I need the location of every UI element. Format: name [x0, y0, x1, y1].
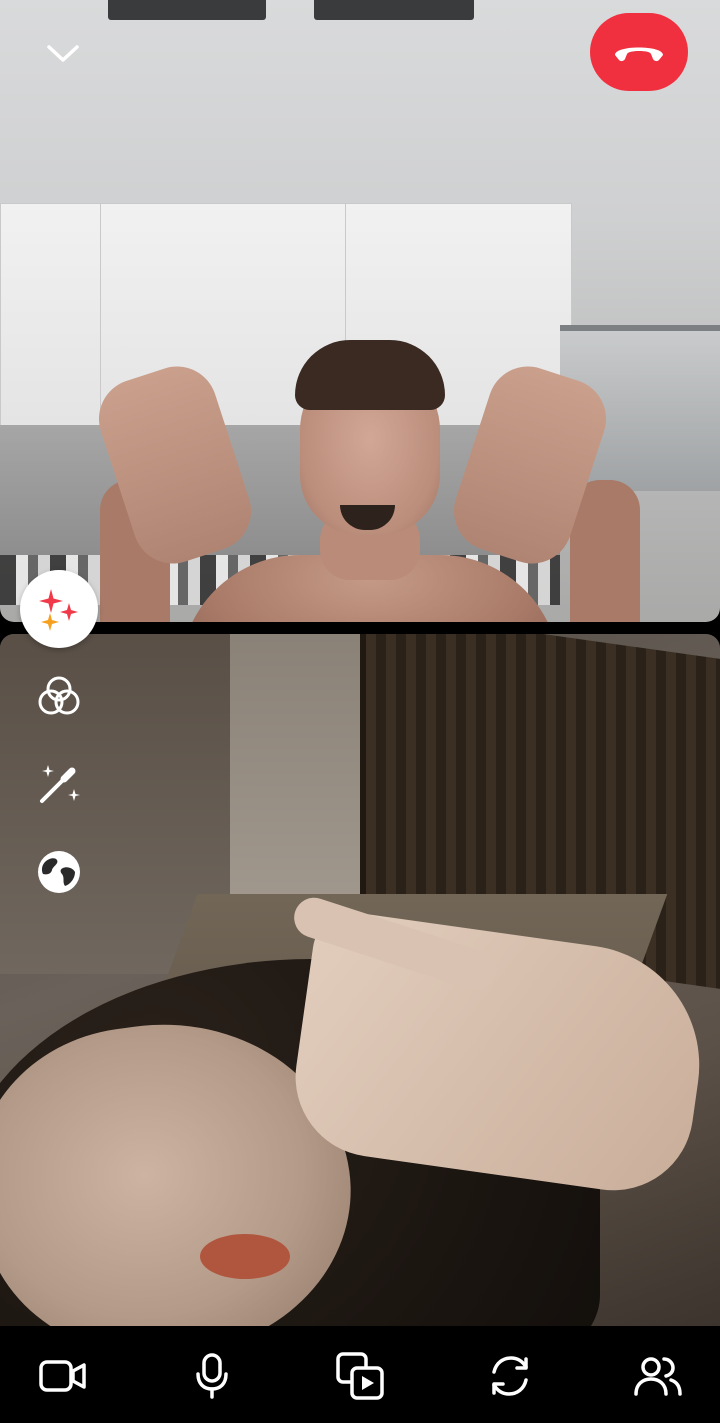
phone-hangup-icon [615, 47, 663, 62]
microphone-toggle-button[interactable] [182, 1346, 242, 1406]
participants-icon [634, 1357, 682, 1396]
wall [230, 634, 370, 934]
hair [295, 340, 445, 410]
participants-button[interactable] [628, 1346, 688, 1406]
filters-button[interactable] [20, 658, 98, 736]
chevron-down-icon [47, 45, 79, 62]
ceiling-light [314, 0, 474, 20]
media-share-icon [336, 1352, 384, 1400]
call-controls-bar [0, 1326, 720, 1423]
magic-wand-icon [40, 765, 80, 803]
remote-video-feed[interactable] [0, 0, 720, 622]
video-camera-icon [39, 1360, 86, 1392]
flip-camera-icon [492, 1356, 528, 1396]
end-call-button[interactable] [590, 13, 688, 91]
backgrounds-button[interactable] [20, 833, 98, 911]
magic-wand-button[interactable] [20, 745, 98, 823]
effects-button[interactable] [20, 570, 98, 648]
camera-toggle-button[interactable] [33, 1346, 93, 1406]
self-video-feed[interactable] [0, 634, 720, 1326]
flip-camera-button[interactable] [480, 1346, 540, 1406]
ceiling-light [108, 0, 266, 20]
microphone-icon [196, 1353, 228, 1399]
filters-circles-icon [38, 676, 80, 715]
sparkles-icon [39, 589, 78, 631]
minimize-button[interactable] [40, 36, 86, 72]
globe-icon [38, 851, 80, 893]
lips [200, 1234, 290, 1279]
share-media-button[interactable] [330, 1346, 390, 1406]
